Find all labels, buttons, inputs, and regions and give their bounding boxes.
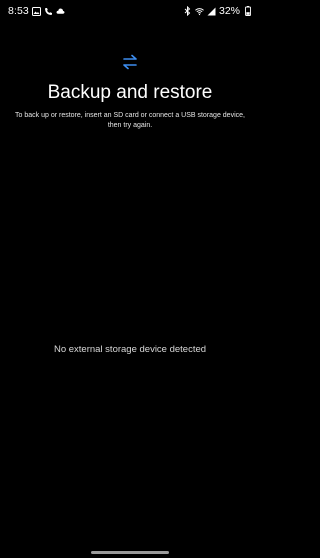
battery-percentage: 32%: [218, 5, 240, 17]
gallery-icon: [31, 6, 41, 16]
status-bar: 8:53 32%: [0, 0, 260, 22]
status-right: 32%: [183, 5, 252, 17]
phone-call-icon: [44, 7, 53, 16]
wifi-icon: [195, 7, 204, 16]
cloud-icon: [56, 7, 65, 16]
backup-restore-screen: 8:53 32% Backup and restore To back up o…: [0, 0, 260, 558]
bluetooth-icon: [183, 6, 192, 16]
page-subtitle: To back up or restore, insert an SD card…: [15, 112, 245, 129]
empty-state-message: No external storage device detected: [53, 344, 207, 355]
transfer-arrows-icon: [121, 53, 139, 71]
battery-icon: [243, 6, 252, 16]
page-title: Backup and restore: [47, 82, 213, 103]
signal-icon: [207, 7, 216, 16]
status-left: 8:53: [8, 5, 65, 17]
gesture-navigation-handle[interactable]: [91, 551, 169, 554]
status-time: 8:53: [8, 5, 29, 17]
